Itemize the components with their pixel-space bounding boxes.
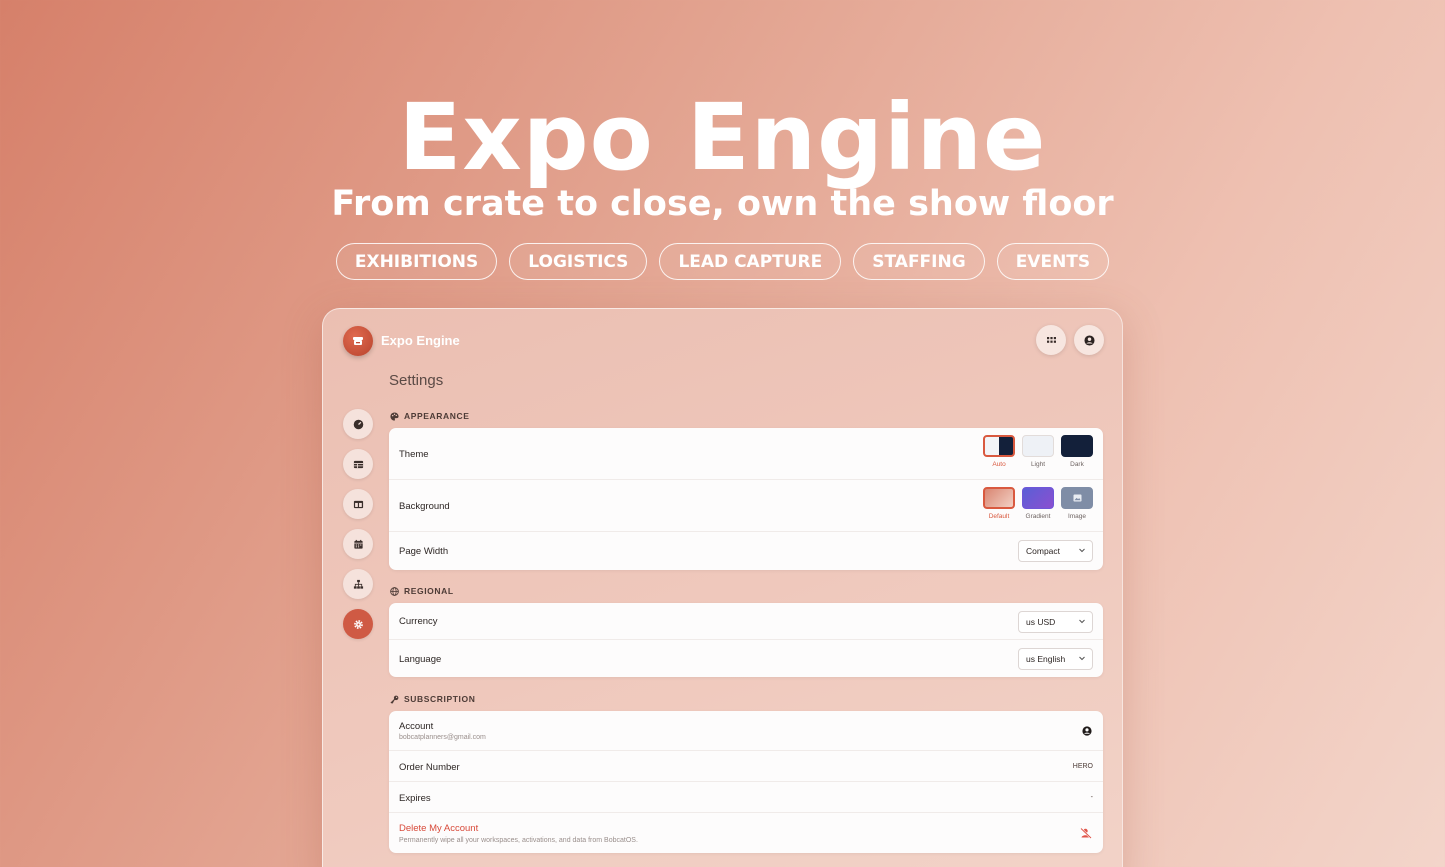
theme-auto-label: Auto — [992, 461, 1006, 468]
chevron-down-icon — [1079, 548, 1085, 553]
delete-account-description: Permanently wipe all your workspaces, ac… — [399, 837, 638, 844]
language-value: us English — [1026, 654, 1066, 664]
nav-sitemap[interactable] — [343, 569, 373, 599]
palette-icon — [390, 411, 399, 421]
page-width-label: Page Width — [399, 546, 449, 557]
theme-light-option[interactable]: Light — [1022, 435, 1054, 468]
user-slash-icon[interactable] — [1080, 827, 1092, 839]
hero-chips: EXHIBITIONS LOGISTICS LEAD CAPTURE STAFF… — [0, 243, 1445, 280]
page-width-row: Page Width Compact — [389, 532, 1103, 570]
background-label: Background — [399, 501, 450, 512]
app-window: Expo Engine Settings APPEARANCE Theme Au… — [322, 308, 1123, 867]
expires-row: Expires - — [389, 782, 1103, 813]
theme-dark-option[interactable]: Dark — [1061, 435, 1093, 468]
expires-value: - — [1090, 794, 1093, 801]
chip-logistics: LOGISTICS — [509, 243, 648, 280]
currency-select[interactable]: us USD — [1018, 611, 1093, 633]
layout-icon — [353, 500, 363, 508]
theme-dark-swatch — [1061, 435, 1093, 457]
nav-dashboard[interactable] — [343, 409, 373, 439]
settings-icon — [353, 619, 363, 629]
nav-settings[interactable] — [343, 609, 373, 639]
app-name: Expo Engine — [381, 333, 460, 348]
page-width-select[interactable]: Compact — [1018, 540, 1093, 562]
order-number-label: Order Number — [399, 762, 460, 773]
chip-events: EVENTS — [996, 243, 1110, 280]
page-title: Settings — [389, 372, 444, 389]
appearance-card: Theme Auto Light Dark Background Default… — [389, 428, 1103, 570]
currency-row: Currency us USD — [389, 603, 1103, 640]
nav-table[interactable] — [343, 449, 373, 479]
side-nav — [343, 409, 373, 649]
hero-subtitle: From crate to close, own the show floor — [331, 184, 1114, 224]
calendar-icon — [353, 539, 363, 549]
regional-heading-label: REGIONAL — [404, 586, 454, 596]
user-circle-icon[interactable] — [1082, 726, 1092, 736]
subscription-card: Account bobcatplanners@gmail.com Order N… — [389, 711, 1103, 853]
appearance-heading-label: APPEARANCE — [404, 411, 470, 421]
order-number-value: HERO — [1072, 763, 1093, 770]
background-gradient-swatch — [1022, 487, 1054, 509]
language-row: Language us English — [389, 640, 1103, 677]
theme-auto-swatch — [983, 435, 1015, 457]
background-image-label: Image — [1067, 513, 1087, 520]
currency-label: Currency — [399, 616, 438, 627]
store-icon — [353, 337, 363, 345]
language-select[interactable]: us English — [1018, 648, 1093, 670]
chip-exhibitions: EXHIBITIONS — [335, 243, 498, 280]
profile-button[interactable] — [1074, 325, 1104, 355]
nav-layout[interactable] — [343, 489, 373, 519]
key-icon — [390, 695, 399, 704]
regional-card: Currency us USD Language us English — [389, 603, 1103, 677]
currency-value: us USD — [1026, 617, 1056, 627]
background-default-swatch — [983, 487, 1015, 509]
table-icon — [353, 460, 363, 468]
app-logo[interactable] — [343, 326, 373, 356]
subscription-heading-label: SUBSCRIPTION — [404, 694, 476, 704]
theme-light-label: Light — [1030, 461, 1046, 468]
delete-account-label[interactable]: Delete My Account — [399, 823, 478, 834]
language-label: Language — [399, 654, 442, 665]
account-row: Account bobcatplanners@gmail.com — [389, 711, 1103, 751]
theme-dark-label: Dark — [1070, 461, 1084, 468]
background-options: Default Gradient Image — [983, 487, 1093, 520]
theme-light-swatch — [1022, 435, 1054, 457]
image-icon — [1073, 494, 1081, 502]
nav-calendar[interactable] — [343, 529, 373, 559]
background-row: Background Default Gradient Image — [389, 480, 1103, 532]
sitemap-icon — [353, 579, 363, 589]
account-email: bobcatplanners@gmail.com — [399, 734, 486, 741]
grid-icon — [1046, 336, 1056, 343]
theme-options: Auto Light Dark — [983, 435, 1093, 468]
chevron-down-icon — [1079, 656, 1085, 661]
chip-staffing: STAFFING — [853, 243, 985, 280]
theme-label: Theme — [399, 449, 429, 460]
background-image-swatch — [1061, 487, 1093, 509]
background-gradient-option[interactable]: Gradient — [1022, 487, 1054, 520]
theme-row: Theme Auto Light Dark — [389, 428, 1103, 480]
background-image-option[interactable]: Image — [1061, 487, 1093, 520]
background-default-label: Default — [988, 513, 1010, 520]
theme-auto-option[interactable]: Auto — [983, 435, 1015, 468]
page-width-value: Compact — [1026, 546, 1061, 556]
appearance-heading: APPEARANCE — [390, 411, 470, 421]
background-default-option[interactable]: Default — [983, 487, 1015, 520]
globe-icon — [390, 586, 399, 596]
subscription-heading: SUBSCRIPTION — [390, 694, 475, 704]
background-gradient-label: Gradient — [1025, 513, 1051, 520]
apps-grid-button[interactable] — [1036, 325, 1066, 355]
delete-account-row[interactable]: Delete My Account Permanently wipe all y… — [389, 813, 1103, 853]
chip-lead-capture: LEAD CAPTURE — [659, 243, 842, 280]
regional-heading: REGIONAL — [390, 586, 454, 596]
chevron-down-icon — [1079, 619, 1085, 624]
dashboard-icon — [353, 419, 363, 429]
order-number-row: Order Number HERO — [389, 751, 1103, 782]
user-circle-icon — [1083, 334, 1095, 346]
expires-label: Expires — [399, 793, 431, 804]
account-label: Account — [399, 721, 434, 732]
hero-title: Expo Engine — [398, 84, 1047, 191]
